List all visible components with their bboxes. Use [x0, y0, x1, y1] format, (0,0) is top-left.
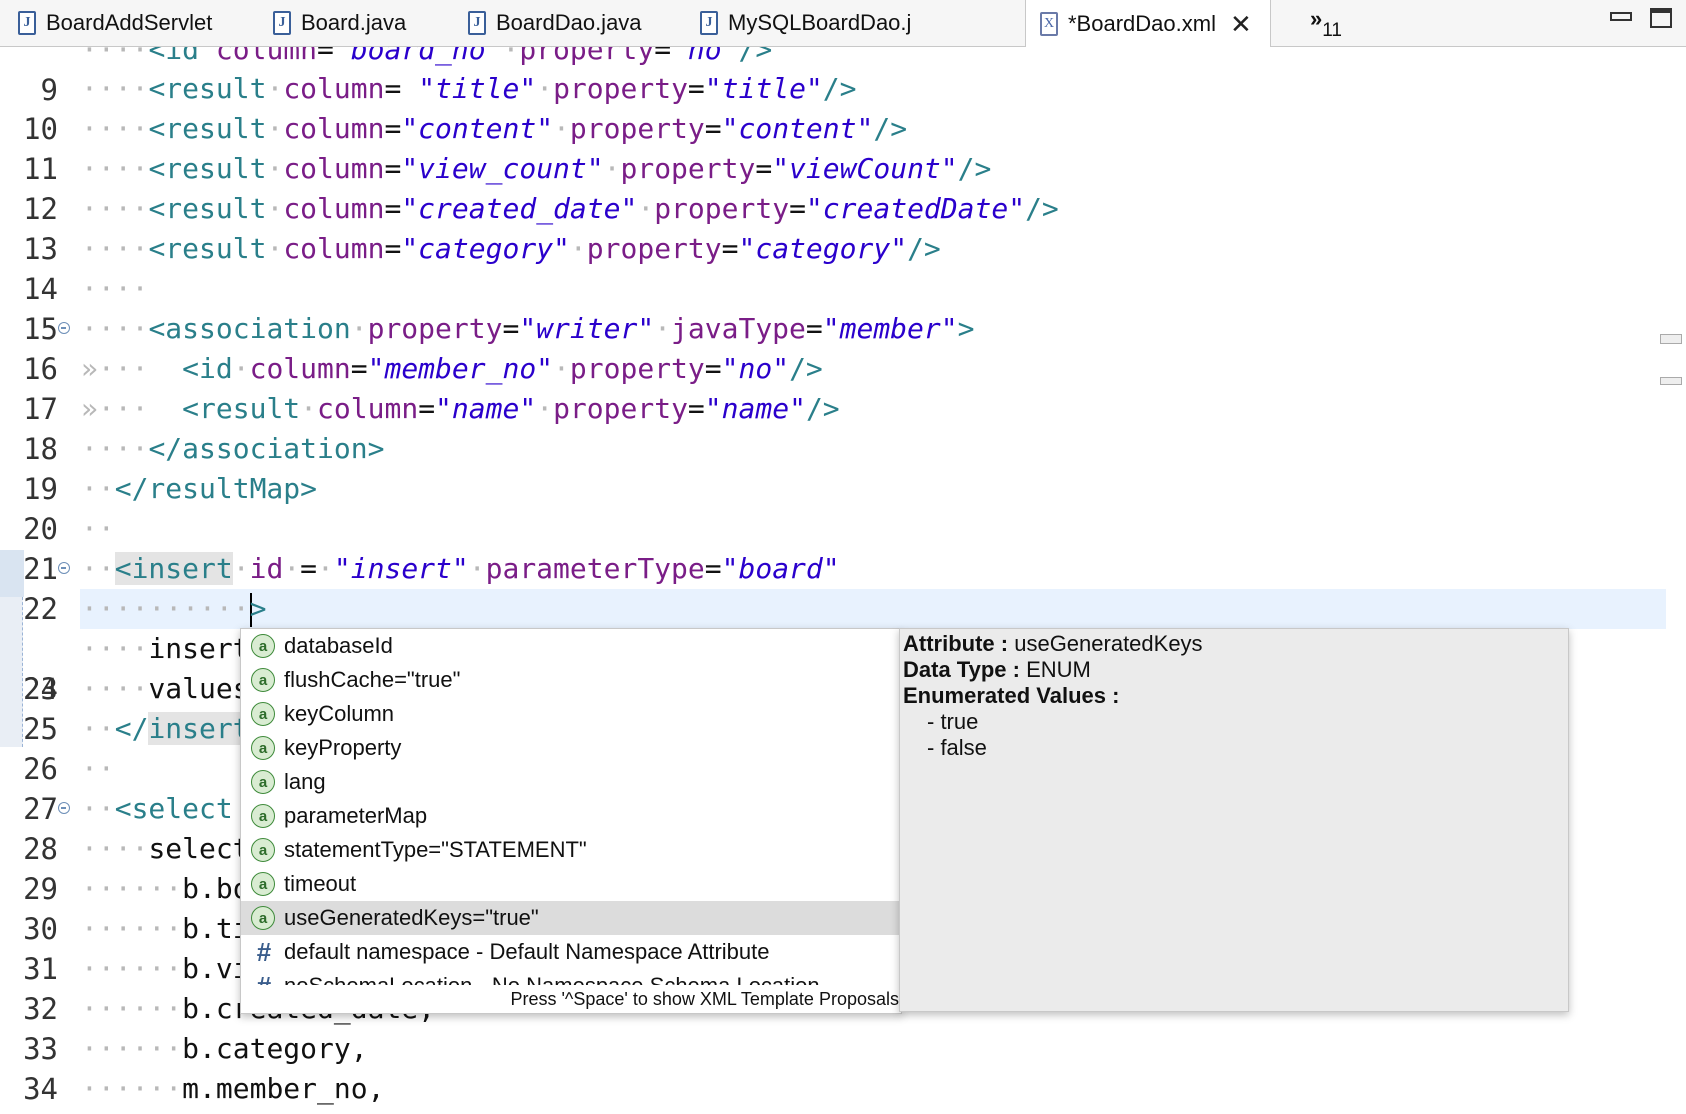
attribute-icon: a: [251, 736, 275, 760]
proposal-item[interactable]: a timeout: [241, 867, 901, 901]
maximize-icon[interactable]: [1650, 8, 1672, 28]
java-file-icon: J: [468, 11, 486, 35]
editor-tab-bar: J BoardAddServlet J Board.java J BoardDa…: [0, 0, 1686, 47]
attribute-icon: a: [251, 838, 275, 862]
hidden-tab-count: 11: [1322, 20, 1342, 41]
overview-ruler-marker[interactable]: [1660, 334, 1682, 344]
code-line: 21 ··: [0, 509, 1686, 586]
info-attribute-row: Attribute : useGeneratedKeys: [903, 631, 1203, 656]
chevron-right-icon: »: [1310, 6, 1323, 31]
tab-boardaddservlet[interactable]: J BoardAddServlet: [18, 0, 212, 46]
attribute-icon: a: [251, 668, 275, 692]
attribute-icon: a: [251, 634, 275, 658]
code-line: 16 ····<association·property="writer"·ja…: [0, 309, 1686, 386]
code-line: 35 ······m.member_no,: [0, 1069, 1686, 1114]
attribute-icon: a: [251, 702, 275, 726]
code-line: 20 ··</resultMap>: [0, 469, 1686, 546]
tab-board-java[interactable]: J Board.java: [273, 0, 406, 46]
proposal-label: flushCache="true": [284, 667, 461, 692]
close-icon[interactable]: ✕: [1230, 11, 1252, 37]
proposal-item[interactable]: a statementType="STATEMENT": [241, 833, 901, 867]
content-assist-popup[interactable]: a databaseId a flushCache="true" a keyCo…: [240, 628, 902, 1014]
tab-label: Board.java: [301, 10, 407, 35]
info-data-type-row: Data Type : ENUM: [903, 657, 1091, 682]
proposal-label: parameterMap: [284, 803, 428, 828]
proposal-label: keyProperty: [284, 735, 402, 760]
proposal-item[interactable]: a keyColumn: [241, 697, 901, 731]
proposal-item[interactable]: a databaseId: [241, 629, 901, 663]
attribute-icon: a: [251, 804, 275, 828]
line-number: 35: [0, 1109, 58, 1114]
proposal-label: useGeneratedKeys="true": [284, 905, 539, 930]
overview-ruler-marker[interactable]: [1660, 377, 1682, 385]
proposal-item-selected[interactable]: a useGeneratedKeys="true": [241, 901, 901, 935]
proposal-label: keyColumn: [284, 701, 395, 726]
hash-icon: #: [256, 936, 272, 967]
java-file-icon: J: [18, 11, 36, 35]
tab-boarddao-xml[interactable]: X *BoardDao.xml ✕: [1025, 0, 1271, 47]
proposal-item[interactable]: # default namespace - Default Namespace …: [241, 935, 901, 969]
code-line: 11 ····<result·column="content"·property…: [0, 109, 1686, 186]
proposal-item[interactable]: a lang: [241, 765, 901, 799]
tab-label: MySQLBoardDao.j: [728, 10, 912, 35]
proposal-item[interactable]: a flushCache="true": [241, 663, 901, 697]
proposal-info-panel: Attribute : useGeneratedKeys Data Type :…: [899, 628, 1569, 1012]
proposal-label: databaseId: [284, 633, 393, 658]
code-line: 19 ····</association>: [0, 429, 1686, 506]
tab-label: BoardDao.java: [496, 10, 642, 35]
xml-file-icon: X: [1040, 11, 1058, 36]
proposal-item[interactable]: a keyProperty: [241, 731, 901, 765]
java-file-icon: J: [700, 11, 718, 35]
code-line: 10 ····<result·column= "title"·property=…: [0, 69, 1686, 146]
tab-overflow-button[interactable]: »11: [1310, 6, 1342, 41]
tab-label: *BoardDao.xml: [1068, 10, 1216, 36]
code-line: 18 »··· <result·column="name"·property="…: [0, 389, 1686, 466]
attribute-icon: a: [251, 770, 275, 794]
proposal-label: timeout: [284, 871, 357, 896]
proposal-item[interactable]: a parameterMap: [241, 799, 901, 833]
tab-boarddao-java[interactable]: J BoardDao.java: [468, 0, 642, 46]
fold-toggle-icon[interactable]: [58, 562, 70, 574]
attribute-icon: a: [251, 906, 275, 930]
code-line: 9 ····<id column="board_no"·property="no…: [0, 47, 1686, 107]
proposal-label: default namespace - Default Namespace At…: [284, 939, 770, 964]
fold-toggle-icon[interactable]: [58, 322, 70, 334]
proposal-label: lang: [284, 769, 326, 794]
proposal-label: statementType="STATEMENT": [284, 837, 587, 862]
code-line: 13 ····<result·column="created_date"·pro…: [0, 189, 1686, 266]
code-line-current: 23 ··········>: [0, 589, 1686, 706]
code-line: 17 »··· <id·column="member_no"·property=…: [0, 349, 1686, 426]
tab-label: BoardAddServlet: [46, 10, 213, 35]
code-line: 14 ····<result·column="category"·propert…: [0, 229, 1686, 306]
info-enum-value: - true: [927, 709, 979, 734]
minimize-icon[interactable]: [1610, 12, 1632, 21]
code-line: 15 ····: [0, 269, 1686, 346]
tab-mysqlboarddao[interactable]: J MySQLBoardDao.j: [700, 0, 911, 46]
attribute-icon: a: [251, 872, 275, 896]
info-enum-heading: Enumerated Values :: [903, 683, 1120, 708]
info-enum-value: - false: [927, 735, 987, 760]
code-line: 22 ··<insert·id·=·"insert"·parameterType…: [0, 549, 1686, 626]
popup-footer-hint: Press '^Space' to show XML Template Prop…: [241, 985, 901, 1013]
code-line: 12 ····<result·column="view_count"·prope…: [0, 149, 1686, 226]
code-line: 34 ······b.category,: [0, 1029, 1686, 1106]
java-file-icon: J: [273, 11, 291, 35]
fold-toggle-icon[interactable]: [58, 802, 70, 814]
